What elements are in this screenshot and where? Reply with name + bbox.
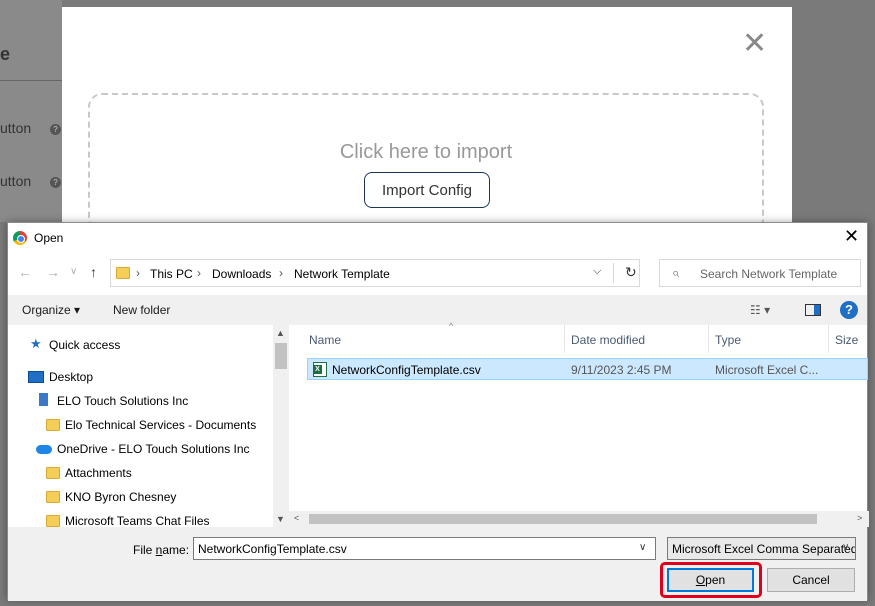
file-list: ^ Name Date modified Type Size NetworkCo… [289,321,869,527]
file-name-label: File name: [133,543,190,557]
back-arrow-icon[interactable]: ← [18,264,32,280]
background-heading: e [0,44,11,64]
scroll-right-icon[interactable]: > [857,513,862,523]
file-name-input[interactable] [193,537,656,560]
chevron-down-icon[interactable]: ∨ [639,542,646,553]
dialog-titlebar: Open ✕ [8,223,867,253]
up-arrow-icon[interactable]: ↑ [90,264,97,280]
column-label: Name [309,333,342,347]
desktop-icon [28,371,44,383]
import-modal: ✕ Click here to import Import Config [62,7,792,233]
sort-arrow-icon: ^ [449,321,454,331]
table-row[interactable]: NetworkConfigTemplate.csv 9/11/2023 2:45… [307,358,868,380]
nav-item-onedrive[interactable]: OneDrive - ELO Touch Solutions Inc [57,442,250,456]
cancel-button[interactable]: Cancel [767,568,855,592]
star-icon: ★ [30,336,42,351]
divider [613,263,614,283]
file-name: NetworkConfigTemplate.csv [332,363,481,377]
dialog-title: Open [34,231,64,245]
scroll-left-icon[interactable]: < [294,513,299,523]
breadcrumb-this-pc[interactable]: This PC [150,267,193,281]
search-icon: ⌕ [672,265,680,280]
scroll-down-icon[interactable]: ▼ [276,514,285,524]
breadcrumb-separator: › [197,266,201,280]
folder-icon [46,467,60,479]
background-divider [0,80,62,81]
address-row: ← → ∨ ↑ › This PC › Downloads › Network … [8,257,867,289]
file-date: 9/11/2023 2:45 PM [571,363,672,377]
nav-item-elo-docs[interactable]: Elo Technical Services - Documents [65,418,256,432]
chrome-icon [13,231,27,245]
dropzone-text: Click here to import [339,141,513,163]
nav-item-kno[interactable]: KNO Byron Chesney [65,490,176,504]
chevron-down-icon[interactable]: ∨ [842,542,849,553]
close-icon[interactable]: ✕ [742,29,767,59]
breadcrumb-downloads[interactable]: Downloads [212,267,271,281]
open-button[interactable]: Open [667,568,754,592]
nav-scrollbar[interactable]: ▲ ▼ [273,325,289,527]
scrollbar-thumb[interactable] [309,514,817,524]
folder-icon [116,267,130,279]
column-header-name[interactable]: ^ Name [309,321,565,353]
folder-icon [46,491,60,503]
forward-arrow-icon[interactable]: → [46,264,60,280]
chevron-down-icon[interactable]: ⌵ [593,265,601,278]
breadcrumb-separator: › [136,266,140,280]
folder-icon [46,419,60,431]
scrollbar-thumb[interactable] [275,343,287,369]
new-folder-button[interactable]: New folder [113,303,170,317]
refresh-icon[interactable]: ↻ [625,264,637,281]
help-icon: ? [50,124,61,135]
horizontal-scrollbar[interactable]: < > [289,511,869,527]
background-sidebar: e utton ? utton ? [0,0,62,222]
file-type: Microsoft Excel C... [715,363,819,377]
background-right [792,7,868,222]
breadcrumb-network-template[interactable]: Network Template [294,267,390,281]
nav-item-teams[interactable]: Microsoft Teams Chat Files [65,514,210,527]
folder-icon [46,515,60,527]
background-label-2: utton [0,173,32,189]
import-dropzone[interactable]: Click here to import Import Config [88,93,764,233]
open-file-dialog: Open ✕ ← → ∨ ↑ › This PC › Downloads › N… [7,222,869,601]
preview-pane-icon[interactable] [805,304,821,316]
column-header-size[interactable]: Size [835,325,869,353]
dialog-footer: File name: ∨ Microsoft Excel Comma Separ… [8,527,867,601]
nav-item-elo[interactable]: ELO Touch Solutions Inc [57,394,188,408]
view-options-icon[interactable]: ☷ ▾ [750,303,770,317]
excel-file-icon [313,362,327,377]
building-icon [39,393,48,406]
help-icon[interactable]: ? [840,301,858,319]
dialog-toolbar: Organize ▾ New folder ☷ ▾ ? [8,295,867,325]
recent-locations-icon[interactable]: ∨ [70,266,77,277]
navigation-pane: ★ Quick access Desktop ELO Touch Solutio… [8,325,289,527]
cloud-icon [36,445,52,454]
column-header-type[interactable]: Type [715,325,829,353]
scroll-up-icon[interactable]: ▲ [276,328,285,338]
help-icon: ? [50,177,61,188]
nav-item-quick-access[interactable]: Quick access [49,338,120,352]
search-placeholder: Search Network Template [700,267,838,281]
breadcrumb-separator: › [279,266,283,280]
address-bar[interactable]: › This PC › Downloads › Network Template… [110,259,640,287]
search-input[interactable]: ⌕ Search Network Template [659,259,861,287]
organize-button[interactable]: Organize ▾ [22,303,80,317]
nav-item-attachments[interactable]: Attachments [65,466,132,480]
column-header-date[interactable]: Date modified [571,325,709,353]
nav-item-desktop[interactable]: Desktop [49,370,93,384]
import-config-button[interactable]: Import Config [364,172,490,208]
background-label-1: utton [0,120,32,136]
file-type-select[interactable]: Microsoft Excel Comma Separated Values F… [667,537,856,560]
close-icon[interactable]: ✕ [844,226,859,247]
